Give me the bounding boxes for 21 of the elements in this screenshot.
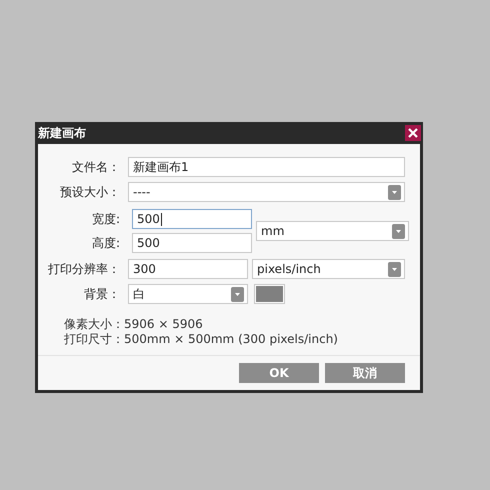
- field-label: 宽度:: [90, 210, 121, 228]
- input-field[interactable]: 500: [132, 209, 252, 229]
- info-label: 像素大小：: [64, 317, 124, 332]
- input-field[interactable]: 300: [128, 259, 248, 279]
- info-label: 打印尺寸：: [64, 332, 124, 347]
- info-value: 5906 × 5906: [124, 317, 203, 332]
- field-label: 背景：: [83, 286, 121, 302]
- input-field[interactable]: 500: [132, 233, 252, 253]
- info-value: 500mm × 500mm (300 pixels/inch): [124, 332, 338, 347]
- window-title: 新建画布: [38, 124, 86, 142]
- close-icon: [408, 128, 418, 138]
- input-field[interactable]: 新建画布1: [128, 157, 405, 177]
- field-label: 文件名：: [71, 158, 121, 176]
- dropdown[interactable]: ----: [128, 182, 405, 202]
- dropdown[interactable]: mm: [256, 221, 409, 241]
- dropdown[interactable]: 白: [128, 284, 248, 304]
- dropdown[interactable]: pixels/inch: [252, 259, 405, 279]
- field-label: 高度:: [90, 234, 121, 252]
- field-label: 预设大小：: [59, 184, 121, 200]
- close-button[interactable]: [405, 125, 421, 141]
- field-label: 打印分辨率：: [47, 260, 121, 278]
